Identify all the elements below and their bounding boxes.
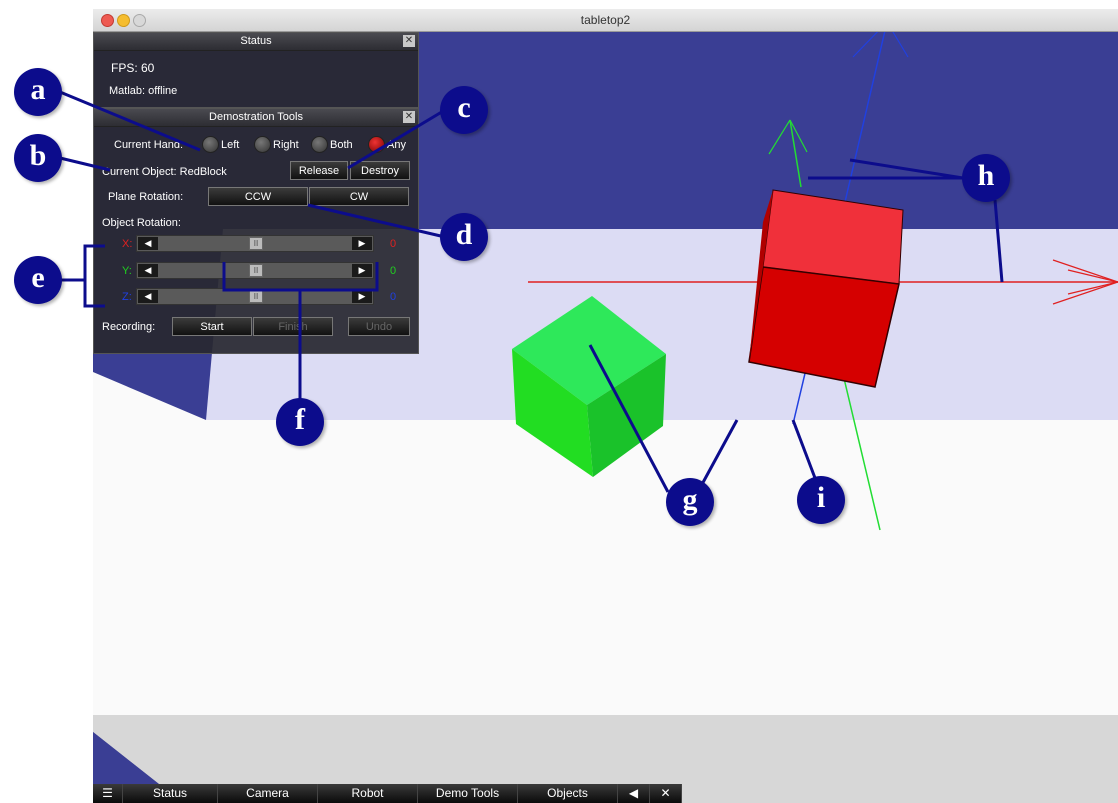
window-title: tabletop2	[580, 13, 631, 27]
y-slider-left-arrow-icon[interactable]: ◀	[138, 264, 158, 277]
callout-i: i	[797, 476, 845, 524]
callout-e: e	[14, 256, 62, 304]
hand-right-label[interactable]: Right	[273, 139, 299, 151]
start-button[interactable]: Start	[172, 317, 252, 336]
hand-right-radio[interactable]	[254, 136, 271, 153]
demo-tools-panel: Demostration Tools ✕ Current Hand: Left …	[93, 108, 419, 354]
y-rotation-value: 0	[390, 265, 397, 277]
hand-left-label[interactable]: Left	[221, 139, 239, 151]
callout-f: f	[276, 398, 324, 446]
cw-button[interactable]: CW	[309, 187, 409, 206]
y-axis-label: Y:	[122, 265, 132, 277]
hand-both-radio[interactable]	[311, 136, 328, 153]
tab-camera[interactable]: Camera	[218, 784, 318, 803]
callout-b: b	[14, 134, 62, 182]
y-slider-right-arrow-icon[interactable]: ▶	[352, 264, 372, 277]
tab-objects[interactable]: Objects	[518, 784, 618, 803]
object-rotation-label: Object Rotation:	[102, 217, 181, 229]
z-slider-left-arrow-icon[interactable]: ◀	[138, 290, 158, 303]
z-slider-right-arrow-icon[interactable]: ▶	[352, 290, 372, 303]
callout-a: a	[14, 68, 62, 116]
callout-c: c	[440, 86, 488, 134]
demo-tools-close-icon[interactable]: ✕	[403, 111, 415, 123]
demo-tools-header: Demostration Tools ✕	[94, 109, 418, 127]
callout-h: h	[962, 154, 1010, 202]
z-rotation-slider[interactable]: ◀ II ▶	[136, 288, 374, 305]
fps-text: FPS: 60	[111, 61, 155, 75]
current-hand-label: Current Hand:	[114, 139, 184, 151]
tab-demo-tools[interactable]: Demo Tools	[418, 784, 518, 803]
back-arrow-icon[interactable]: ◀	[618, 784, 650, 803]
z-axis-label: Z:	[122, 291, 132, 303]
status-panel: Status ✕ FPS: 60 Matlab: offline	[93, 32, 419, 108]
status-panel-title: Status	[240, 35, 272, 47]
hand-any-label[interactable]: Any	[387, 139, 406, 151]
hand-both-label[interactable]: Both	[330, 139, 353, 151]
x-slider-thumb[interactable]: II	[249, 237, 263, 250]
status-panel-header: Status ✕	[94, 33, 418, 51]
x-axis-label: X:	[122, 238, 133, 250]
plane-rotation-label: Plane Rotation:	[108, 191, 184, 203]
z-rotation-value: 0	[390, 291, 397, 303]
hand-any-radio[interactable]	[368, 136, 385, 153]
title-bar: tabletop2	[93, 9, 1118, 32]
menu-list-icon[interactable]: ☰	[93, 784, 123, 803]
matlab-status-text: Matlab: offline	[109, 85, 178, 97]
current-object-label: Current Object: RedBlock	[102, 166, 227, 178]
y-slider-thumb[interactable]: II	[249, 264, 263, 277]
tab-robot[interactable]: Robot	[318, 784, 418, 803]
status-panel-close-icon[interactable]: ✕	[403, 35, 415, 47]
bottom-taskbar: ☰ Status Camera Robot Demo Tools Objects…	[93, 784, 682, 803]
tab-status[interactable]: Status	[123, 784, 218, 803]
x-rotation-slider[interactable]: ◀ II ▶	[136, 235, 374, 252]
hand-left-radio[interactable]	[202, 136, 219, 153]
release-button[interactable]: Release	[290, 161, 348, 180]
x-rotation-value: 0	[390, 238, 397, 250]
callout-d: d	[440, 213, 488, 261]
callout-g: g	[666, 478, 714, 526]
undo-button[interactable]: Undo	[348, 317, 410, 336]
recording-label: Recording:	[102, 321, 156, 333]
app-window: tabletop2 Status ✕ FPS: 60 Matlab: offli…	[93, 9, 1118, 803]
ccw-button[interactable]: CCW	[208, 187, 308, 206]
red-block	[748, 189, 904, 388]
close-taskbar-icon[interactable]: ✕	[650, 784, 682, 803]
x-slider-right-arrow-icon[interactable]: ▶	[352, 237, 372, 250]
finish-button[interactable]: Finish	[253, 317, 333, 336]
z-slider-thumb[interactable]: II	[249, 290, 263, 303]
destroy-button[interactable]: Destroy	[350, 161, 410, 180]
x-slider-left-arrow-icon[interactable]: ◀	[138, 237, 158, 250]
y-rotation-slider[interactable]: ◀ II ▶	[136, 262, 374, 279]
demo-tools-title: Demostration Tools	[209, 111, 303, 123]
